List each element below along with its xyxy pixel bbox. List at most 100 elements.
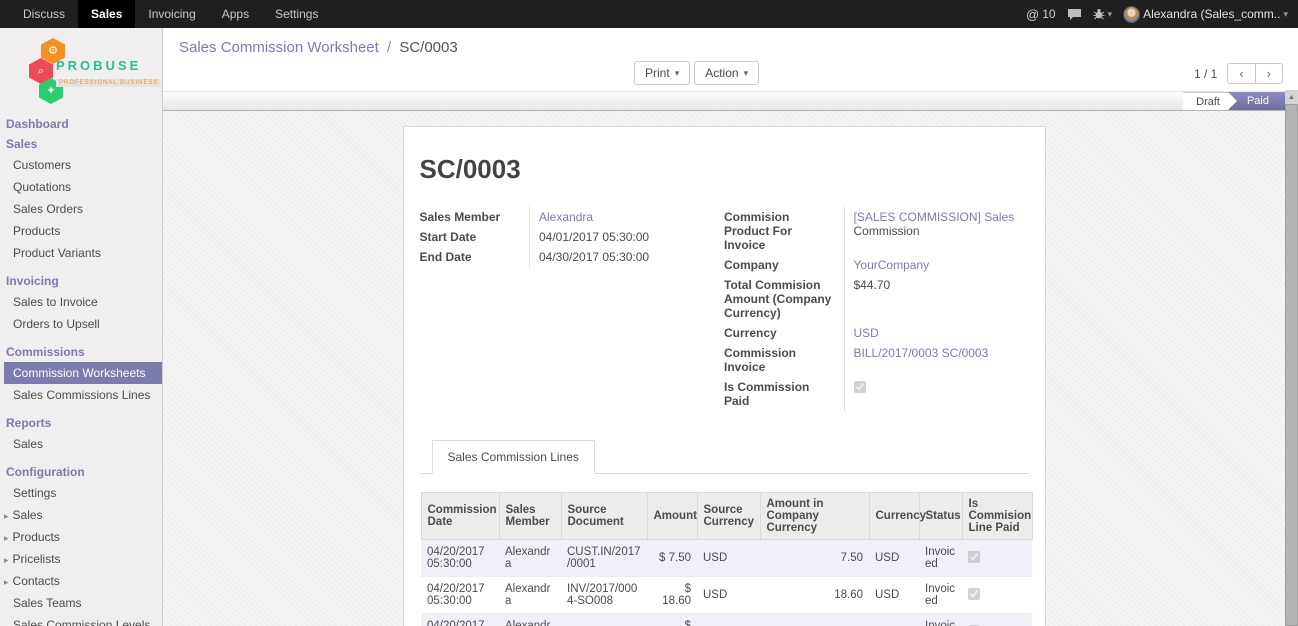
menu-invoicing[interactable]: Invoicing — [135, 0, 208, 28]
cell-source-currency: USD — [697, 614, 760, 626]
sidebar-item-reports-sales[interactable]: Sales — [0, 433, 162, 455]
expand-caret-icon: ▸ — [4, 533, 9, 543]
sidebar-item-config-pricelists[interactable]: ▸Pricelists — [0, 548, 162, 570]
field-value-commission-invoice[interactable]: BILL/2017/0003 SC/0003 — [854, 346, 989, 360]
caret-down-icon: ▾ — [675, 68, 680, 79]
cell-source: CUST.IN/2017/0001 — [561, 540, 647, 577]
form-view-area: SC/0003 Sales Member Alexandra Start Dat… — [163, 111, 1298, 626]
sidebar-item-settings[interactable]: Settings — [0, 482, 162, 504]
field-value-commission-product-link[interactable]: [SALES COMMISSION] Sales — [854, 210, 1015, 224]
sidebar-item-sales-teams[interactable]: Sales Teams — [0, 592, 162, 614]
probuse-logo: ⚙ ⌕ ✦ PROBUSE PROFESSIONAL BUSINESS — [0, 36, 162, 108]
cell-source: INV/2017/0004-SO008 — [561, 577, 647, 614]
menu-apps[interactable]: Apps — [209, 0, 262, 28]
pager-counter: 1 / 1 — [1194, 67, 1217, 81]
debug-menu[interactable]: ▾ — [1093, 8, 1113, 20]
cell-status: Invoiced — [919, 614, 962, 626]
sidebar-heading-reports[interactable]: Reports — [0, 413, 162, 433]
sidebar-heading-commissions[interactable]: Commissions — [0, 342, 162, 362]
notebook-tabs: Sales Commission Lines — [420, 439, 1029, 474]
field-label-sales-member: Sales Member — [420, 207, 530, 227]
table-row[interactable]: 04/20/2017 10:35:53 Alexandra SO008 $ 18… — [421, 614, 1032, 626]
control-panel: Print ▾ Action ▾ 1 / 1 ‹ › — [163, 58, 1298, 92]
menu-settings[interactable]: Settings — [262, 0, 331, 28]
cell-member: Alexandra — [499, 614, 561, 626]
field-value-company[interactable]: YourCompany — [854, 258, 930, 272]
sidebar-heading-configuration[interactable]: Configuration — [0, 462, 162, 482]
sidebar-item-orders-to-upsell[interactable]: Orders to Upsell — [0, 313, 162, 335]
sidebar-item-customers[interactable]: Customers — [0, 154, 162, 176]
menu-discuss[interactable]: Discuss — [10, 0, 78, 28]
user-menu[interactable]: Alexandra (Sales_comm.. ▾ — [1123, 6, 1288, 23]
sidebar-heading-invoicing[interactable]: Invoicing — [0, 271, 162, 291]
status-step-draft[interactable]: Draft — [1183, 92, 1237, 110]
print-button[interactable]: Print ▾ — [634, 61, 690, 85]
cell-status: Invoiced — [919, 577, 962, 614]
scrollbar-thumb[interactable] — [1285, 104, 1298, 626]
cell-company-amount: 18.60 — [760, 614, 869, 626]
expand-caret-icon: ▸ — [4, 577, 9, 587]
expand-caret-icon: ▸ — [4, 511, 9, 521]
left-sidebar: ⚙ ⌕ ✦ PROBUSE PROFESSIONAL BUSINESS Dash… — [0, 28, 163, 626]
caret-down-icon: ▾ — [1108, 9, 1113, 20]
cell-member: Alexandra — [499, 540, 561, 577]
sidebar-item-quotations[interactable]: Quotations — [0, 176, 162, 198]
line-paid-checkbox — [968, 551, 980, 563]
debug-bug-icon — [1093, 8, 1105, 20]
sidebar-item-sales-orders[interactable]: Sales Orders — [0, 198, 162, 220]
scrollbar-up-arrow[interactable]: ▲ — [1285, 90, 1298, 104]
activity-counter[interactable]: @ 10 — [1026, 7, 1056, 22]
sidebar-item-commission-worksheets[interactable]: Commission Worksheets — [4, 362, 162, 384]
col-header-amount-company-currency: Amount in Company Currency — [760, 493, 869, 540]
cell-amount: $ 18.60 — [647, 614, 697, 626]
field-value-sales-member[interactable]: Alexandra — [539, 210, 593, 224]
cell-company-amount: 18.60 — [760, 577, 869, 614]
pager-next-button[interactable]: › — [1255, 64, 1282, 83]
field-value-currency[interactable]: USD — [854, 326, 879, 340]
sidebar-item-sales-to-invoice[interactable]: Sales to Invoice — [0, 291, 162, 313]
caret-down-icon: ▾ — [744, 68, 749, 79]
user-name: Alexandra (Sales_comm.. — [1143, 7, 1280, 21]
vertical-scrollbar: ▲ — [1285, 90, 1298, 626]
cell-date: 04/20/2017 05:30:00 — [421, 540, 499, 577]
field-label-commission-product: Commision Product For Invoice — [724, 207, 844, 255]
systray: @ 10 ▾ Alexandra (Sales_comm.. ▾ — [1026, 0, 1298, 28]
sidebar-item-sales-commissions-lines[interactable]: Sales Commissions Lines — [0, 384, 162, 406]
breadcrumb: Sales Commission Worksheet / SC/0003 — [163, 28, 1298, 58]
col-header-is-commission-line-paid: Is Commision Line Paid — [962, 493, 1032, 540]
line-paid-checkbox — [968, 588, 980, 600]
breadcrumb-parent-link[interactable]: Sales Commission Worksheet — [179, 39, 379, 56]
action-button[interactable]: Action ▾ — [694, 61, 759, 85]
col-header-amount: Amount — [647, 493, 697, 540]
sidebar-item-products[interactable]: Products — [0, 220, 162, 242]
breadcrumb-current: SC/0003 — [399, 39, 457, 56]
field-value-start-date: 04/01/2017 05:30:00 — [530, 227, 725, 247]
tab-sales-commission-lines[interactable]: Sales Commission Lines — [432, 440, 595, 474]
top-navbar: Discuss Sales Invoicing Apps Settings @ … — [0, 0, 1298, 28]
pager-previous-button[interactable]: ‹ — [1228, 64, 1254, 83]
messages-icon[interactable] — [1067, 8, 1082, 21]
sidebar-item-label: Sales — [13, 508, 43, 522]
field-label-start-date: Start Date — [420, 227, 530, 247]
sidebar-heading-dashboard[interactable]: Dashboard — [0, 114, 162, 134]
menu-sales[interactable]: Sales — [78, 0, 135, 28]
table-row[interactable]: 04/20/2017 05:30:00 Alexandra INV/2017/0… — [421, 577, 1032, 614]
field-label-commission-invoice: Commission Invoice — [724, 343, 844, 377]
sidebar-item-product-variants[interactable]: Product Variants — [0, 242, 162, 264]
commission-lines-table: Commission Date Sales Member Source Docu… — [421, 492, 1033, 626]
brand-tagline: PROFESSIONAL BUSINESS — [56, 79, 161, 87]
table-row[interactable]: 04/20/2017 05:30:00 Alexandra CUST.IN/20… — [421, 540, 1032, 577]
cell-company-amount: 7.50 — [760, 540, 869, 577]
breadcrumb-separator: / — [387, 39, 391, 56]
field-label-end-date: End Date — [420, 247, 530, 267]
sidebar-heading-sales[interactable]: Sales — [0, 134, 162, 154]
cell-status: Invoiced — [919, 540, 962, 577]
sidebar-item-config-contacts[interactable]: ▸Contacts — [0, 570, 162, 592]
sidebar-item-label: Products — [13, 530, 60, 544]
sidebar-item-config-sales[interactable]: ▸ Sales — [0, 504, 162, 526]
col-header-currency: Currency — [869, 493, 919, 540]
field-group-left: Sales Member Alexandra Start Date 04/01/… — [420, 207, 725, 267]
sidebar-item-config-products[interactable]: ▸ Products — [0, 526, 162, 548]
is-commission-paid-checkbox — [854, 381, 866, 393]
sidebar-item-sales-commission-levels[interactable]: Sales Commission Levels — [0, 614, 162, 626]
